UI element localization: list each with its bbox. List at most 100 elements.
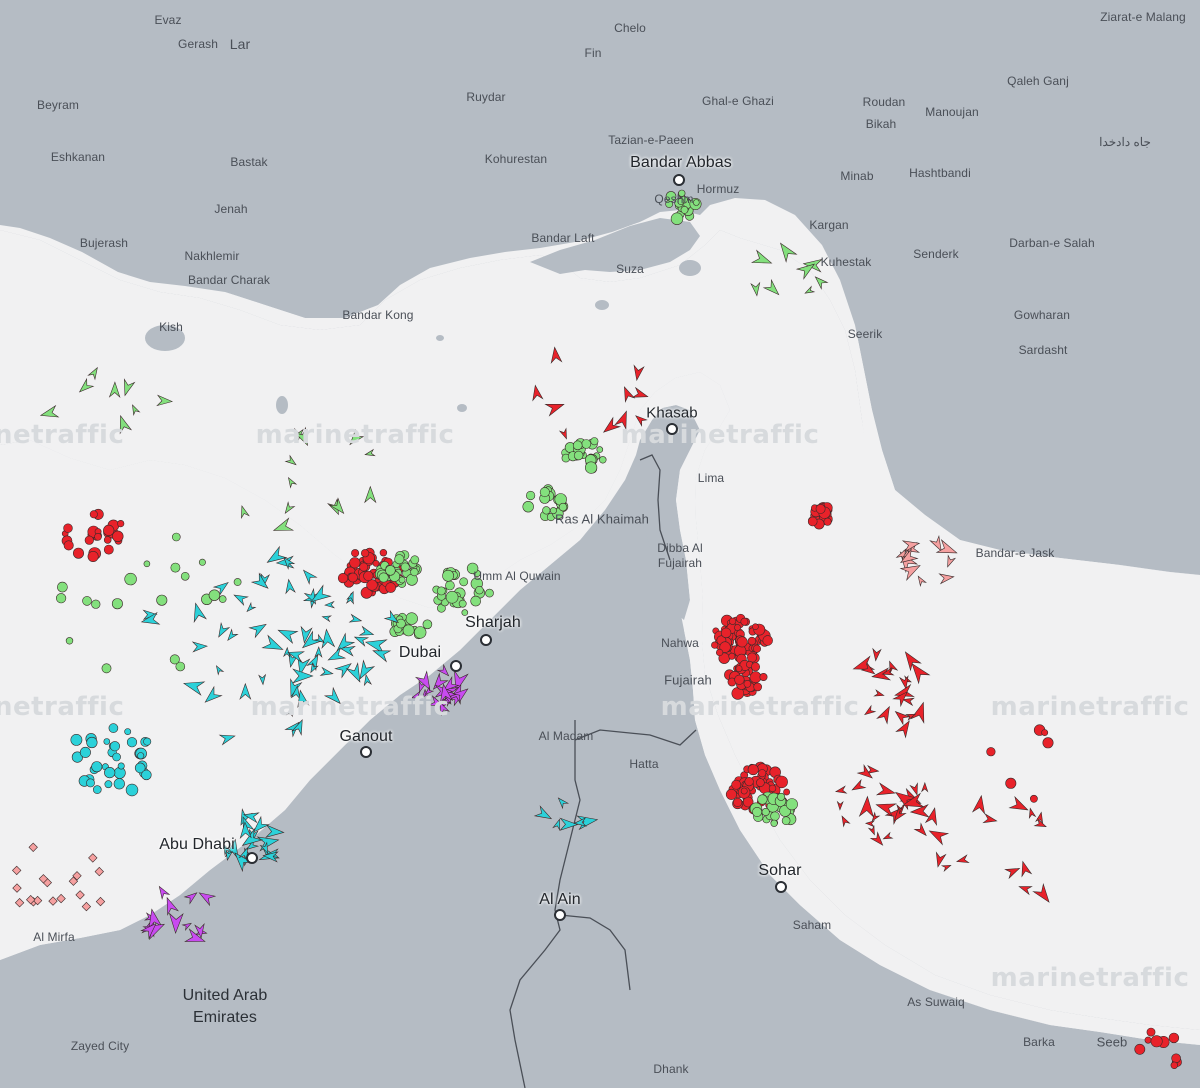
vessel-marker[interactable]	[172, 532, 181, 542]
vessel-marker[interactable]	[65, 637, 74, 645]
vessel-marker[interactable]	[156, 594, 168, 606]
vessel-marker[interactable]	[458, 599, 467, 608]
vessel-marker[interactable]	[113, 778, 125, 790]
vessel-marker[interactable]	[823, 517, 832, 526]
vessel-marker[interactable]	[596, 446, 604, 453]
vessel-marker[interactable]	[750, 662, 760, 672]
vessel-marker[interactable]	[347, 572, 358, 583]
vessel-marker[interactable]	[63, 523, 73, 533]
vessel-marker[interactable]	[734, 624, 741, 631]
vessel-marker[interactable]	[82, 596, 92, 606]
vessel-marker[interactable]	[400, 562, 410, 572]
vessel-marker[interactable]	[117, 519, 125, 528]
vessel-marker[interactable]	[573, 450, 584, 461]
vessel-marker[interactable]	[233, 578, 242, 586]
vessel-marker[interactable]	[436, 586, 446, 596]
vessel-marker[interactable]	[445, 580, 455, 591]
vessel-marker[interactable]	[108, 723, 119, 733]
vessel-marker[interactable]	[752, 644, 761, 653]
vessel-marker[interactable]	[385, 565, 396, 576]
vessel-marker[interactable]	[394, 554, 405, 565]
vessel-marker[interactable]	[475, 585, 484, 595]
vessel-marker[interactable]	[1134, 1043, 1146, 1055]
vessel-marker[interactable]	[752, 623, 759, 631]
vessel-marker[interactable]	[87, 550, 99, 562]
vessel-marker[interactable]	[584, 461, 598, 474]
vessel-marker[interactable]	[590, 437, 599, 446]
vessel-marker[interactable]	[337, 572, 349, 584]
vessel-marker[interactable]	[104, 780, 113, 789]
vessel-marker[interactable]	[169, 654, 180, 665]
vessel-marker[interactable]	[542, 506, 551, 515]
vessel-marker[interactable]	[208, 589, 221, 601]
map-layer[interactable]	[0, 0, 1200, 1088]
city-pin-bandar-abbas[interactable]	[673, 174, 685, 186]
vessel-marker[interactable]	[759, 672, 768, 681]
vessel-marker[interactable]	[728, 617, 737, 625]
vessel-marker[interactable]	[405, 612, 418, 625]
vessel-marker[interactable]	[753, 682, 763, 692]
vessel-marker[interactable]	[141, 769, 152, 781]
vessel-marker[interactable]	[143, 560, 151, 568]
city-pin-ganout[interactable]	[360, 746, 372, 758]
city-pin-abu-dhabi[interactable]	[246, 852, 258, 864]
vessel-marker[interactable]	[1041, 729, 1049, 736]
vessel-marker[interactable]	[781, 816, 791, 826]
vessel-marker[interactable]	[93, 785, 102, 794]
vessel-marker[interactable]	[740, 617, 749, 626]
vessel-marker[interactable]	[752, 806, 763, 817]
vessel-marker[interactable]	[470, 595, 482, 607]
vessel-marker[interactable]	[746, 652, 757, 663]
vessel-marker[interactable]	[218, 595, 227, 603]
vessel-marker[interactable]	[525, 490, 536, 501]
vessel-marker[interactable]	[137, 752, 145, 760]
vessel-marker[interactable]	[103, 524, 115, 537]
vessel-marker[interactable]	[599, 456, 607, 464]
vessel-marker[interactable]	[1150, 1035, 1163, 1048]
vessel-marker[interactable]	[736, 636, 748, 648]
vessel-marker[interactable]	[1042, 737, 1054, 749]
vessel-marker[interactable]	[775, 775, 788, 789]
vessel-marker[interactable]	[777, 792, 786, 801]
vessel-marker[interactable]	[363, 570, 374, 582]
vessel-marker[interactable]	[1170, 1061, 1179, 1070]
vessel-marker[interactable]	[1171, 1053, 1181, 1064]
vessel-marker[interactable]	[758, 769, 767, 778]
vessel-marker[interactable]	[715, 648, 724, 657]
vessel-marker[interactable]	[91, 599, 101, 609]
vessel-marker[interactable]	[79, 746, 91, 758]
vessel-marker[interactable]	[756, 778, 765, 787]
vessel-marker[interactable]	[986, 747, 996, 757]
vessel-marker[interactable]	[445, 590, 459, 604]
map-canvas[interactable]: marinetraffic marinetraffic marinetraffi…	[0, 0, 1200, 1088]
vessel-marker[interactable]	[57, 581, 68, 593]
vessel-marker[interactable]	[359, 562, 369, 572]
vessel-marker[interactable]	[740, 787, 748, 795]
vessel-marker[interactable]	[70, 734, 83, 746]
vessel-marker[interactable]	[103, 544, 114, 555]
vessel-marker[interactable]	[785, 798, 798, 811]
vessel-marker[interactable]	[711, 641, 719, 649]
vessel-marker[interactable]	[558, 502, 568, 512]
vessel-marker[interactable]	[728, 652, 736, 660]
vessel-marker[interactable]	[761, 807, 770, 816]
vessel-marker[interactable]	[124, 572, 137, 586]
vessel-marker[interactable]	[198, 558, 206, 566]
vessel-marker[interactable]	[117, 762, 125, 770]
vessel-marker[interactable]	[111, 598, 123, 610]
city-pin-al-ain[interactable]	[554, 909, 566, 921]
city-pin-sharjah[interactable]	[480, 634, 492, 646]
vessel-marker[interactable]	[94, 532, 102, 541]
vessel-marker[interactable]	[104, 766, 116, 779]
vessel-marker[interactable]	[86, 778, 95, 788]
vessel-marker[interactable]	[783, 788, 790, 796]
vessel-marker[interactable]	[770, 811, 780, 821]
vessel-marker[interactable]	[692, 199, 700, 206]
vessel-marker[interactable]	[361, 549, 370, 558]
vessel-marker[interactable]	[89, 510, 98, 519]
vessel-marker[interactable]	[743, 679, 752, 688]
vessel-marker[interactable]	[815, 503, 826, 514]
vessel-marker[interactable]	[379, 548, 388, 557]
vessel-marker[interactable]	[410, 567, 419, 577]
vessel-marker[interactable]	[768, 784, 777, 793]
